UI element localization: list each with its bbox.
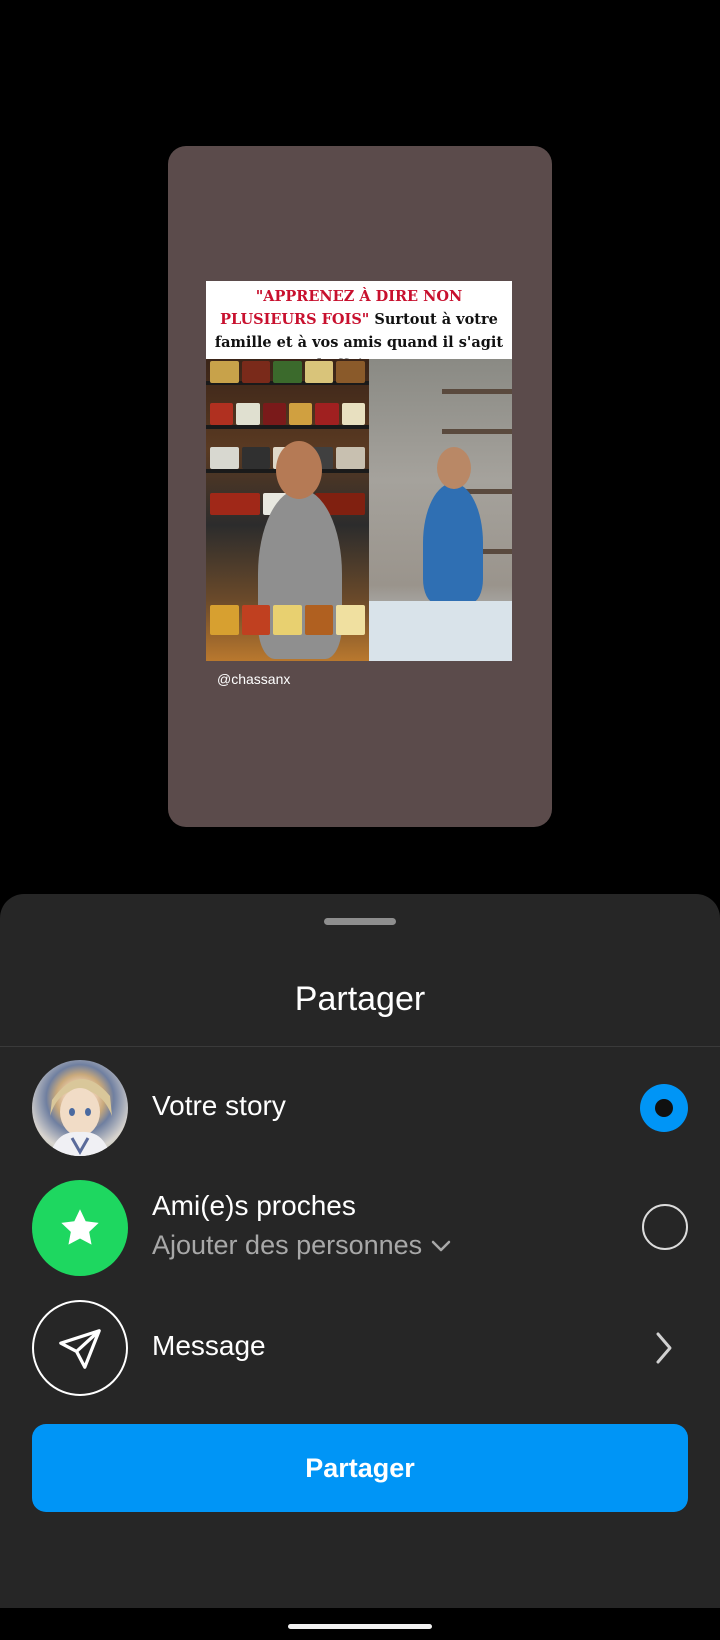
post-caption: "APPRENEZ À DIRE NON PLUSIEURS FOIS" Sur… (206, 281, 512, 374)
send-icon (32, 1300, 128, 1396)
story-username-sticker[interactable]: @chassanx (217, 671, 290, 687)
chevron-right-icon (656, 1332, 672, 1364)
option-close-friends[interactable]: Ami(e)s proches Ajouter des personnes (0, 1180, 720, 1276)
home-indicator[interactable] (288, 1624, 432, 1629)
add-people-label: Ajouter des personnes (152, 1230, 423, 1260)
chevron-down-icon (431, 1240, 451, 1251)
option-message-label: Message (152, 1330, 266, 1361)
screen: "APPRENEZ À DIRE NON PLUSIEURS FOIS" Sur… (0, 0, 720, 1640)
sheet-grabber[interactable] (324, 918, 396, 925)
avatar-illustration (50, 1078, 112, 1156)
add-people-link[interactable]: Ajouter des personnes (152, 1230, 452, 1261)
profile-avatar (32, 1060, 128, 1156)
post-image-right (369, 359, 512, 661)
option-close-friends-label: Ami(e)s proches (152, 1190, 356, 1221)
option-your-story-label: Votre story (152, 1090, 286, 1121)
post-image-left (206, 359, 369, 661)
share-button[interactable]: Partager (32, 1424, 688, 1512)
share-sheet: Partager Votre story Ami(e)s proches Ajo… (0, 894, 720, 1608)
radio-unselected[interactable] (642, 1204, 688, 1250)
option-message[interactable]: Message (0, 1300, 720, 1396)
post-images (206, 359, 512, 661)
sheet-title: Partager (294, 980, 426, 1018)
star-icon (32, 1180, 128, 1276)
shared-post: "APPRENEZ À DIRE NON PLUSIEURS FOIS" Sur… (206, 281, 512, 661)
story-preview-card: "APPRENEZ À DIRE NON PLUSIEURS FOIS" Sur… (168, 146, 552, 827)
option-your-story[interactable]: Votre story (0, 1060, 720, 1156)
sheet-divider (0, 1046, 720, 1047)
radio-selected[interactable] (640, 1084, 688, 1132)
